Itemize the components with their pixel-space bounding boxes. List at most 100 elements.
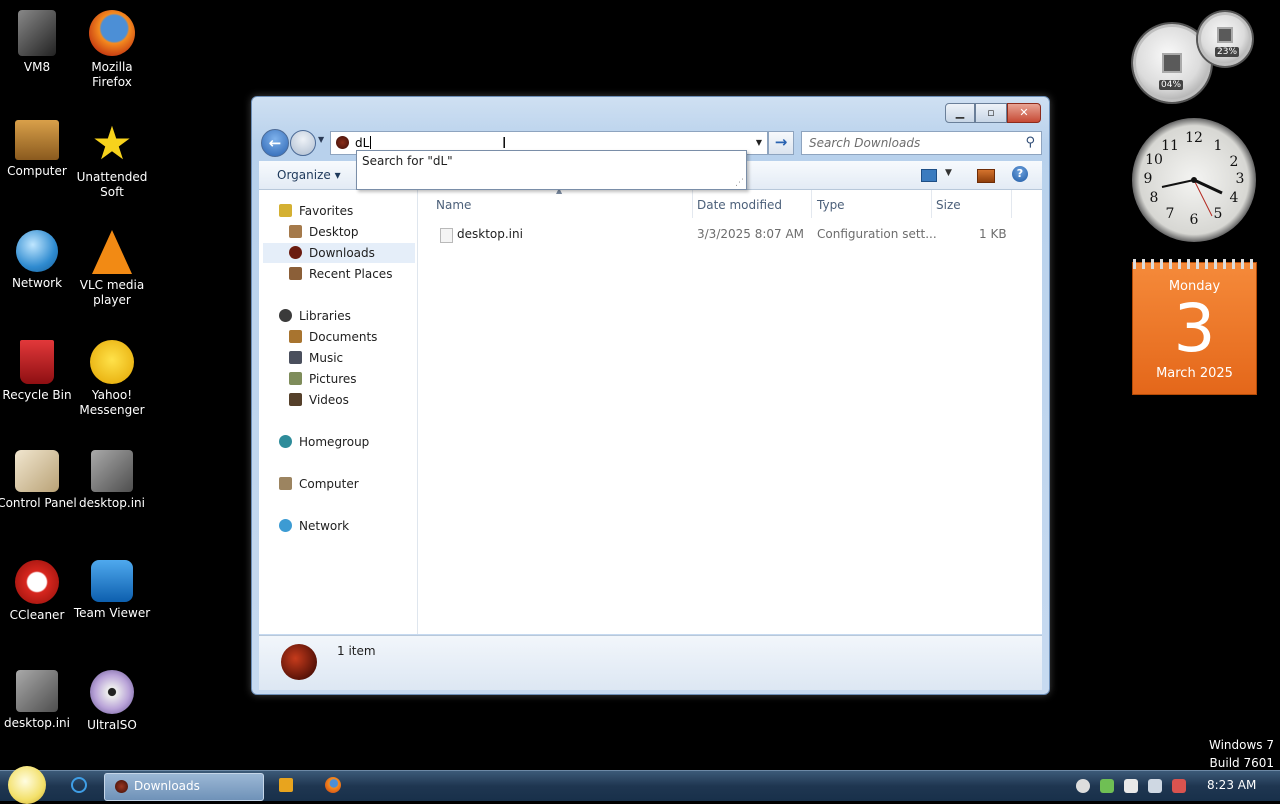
search-placeholder: Search Downloads — [809, 136, 921, 150]
desktop-icon-recycle-bin[interactable]: Recycle Bin — [0, 334, 77, 403]
column-header-date[interactable]: Date modified — [697, 196, 782, 214]
desktop-icon-desktop-ini[interactable]: desktop.ini — [72, 444, 152, 511]
file-size: 1 KB — [979, 227, 1007, 241]
homegroup-icon — [279, 435, 292, 448]
preview-pane-icon[interactable] — [977, 169, 995, 183]
desktop-icon-ccleaner[interactable]: CCleaner — [0, 554, 77, 623]
table-row[interactable]: desktop.ini 3/3/2025 8:07 AM Configurati… — [418, 224, 1042, 244]
desktop-icon-unattended[interactable]: ★ Unattended Soft — [72, 114, 152, 200]
column-separator[interactable] — [1011, 190, 1012, 218]
desktop-icon-teamviewer[interactable]: Team Viewer — [72, 554, 152, 621]
desktop-icon-label: VM8 — [23, 60, 51, 74]
nav-favorites[interactable]: Favorites — [279, 201, 353, 221]
desktop-icon-yahoo[interactable]: Yahoo! Messenger — [72, 334, 152, 418]
memory-meter-gadget[interactable]: 23% — [1198, 12, 1252, 66]
clock-gadget[interactable]: 12 1 2 3 4 5 6 7 8 9 10 11 — [1132, 118, 1256, 242]
minimize-button[interactable]: ▁ — [945, 103, 975, 123]
view-dropdown-icon[interactable]: ▼ — [945, 168, 952, 178]
explorer-window: ▁ ▫ ✕ ← ▼ dL ▼ → Search Downloads ⚲ Orga… — [251, 96, 1050, 695]
column-separator[interactable] — [931, 190, 932, 218]
column-separator[interactable] — [692, 190, 693, 218]
start-button[interactable] — [8, 766, 46, 804]
desktop-icon-label: Yahoo! Messenger — [79, 388, 145, 417]
calendar-gadget[interactable]: Monday 3 March 2025 — [1132, 259, 1257, 395]
maximize-button[interactable]: ▫ — [975, 103, 1007, 123]
address-input[interactable]: dL — [355, 136, 372, 150]
desktop-icon-network[interactable]: Network — [0, 224, 77, 291]
recent-places-icon — [289, 267, 302, 280]
security-icon[interactable] — [1100, 779, 1114, 793]
nav-computer[interactable]: Computer — [279, 474, 359, 494]
search-icon[interactable]: ⚲ — [1025, 135, 1035, 150]
downloads-folder-icon — [336, 136, 349, 149]
firefox-icon — [89, 10, 135, 56]
network-status-icon[interactable] — [1148, 779, 1162, 793]
column-header-name[interactable]: Name — [436, 196, 471, 214]
computer-icon — [279, 477, 292, 490]
calendar-day: 3 — [1173, 290, 1216, 367]
nav-recent-places[interactable]: Recent Places — [289, 264, 392, 284]
nav-downloads[interactable]: Downloads — [263, 243, 415, 263]
history-dropdown-icon[interactable]: ▼ — [318, 135, 324, 144]
desktop-icon-label: Unattended Soft — [76, 170, 148, 199]
help-icon[interactable]: ? — [1012, 166, 1028, 182]
computer-icon — [15, 120, 59, 160]
nav-music[interactable]: Music — [289, 348, 343, 368]
address-autocomplete-dropdown: Search for "dL" ⋰ — [356, 150, 747, 190]
memory-chip-icon — [1217, 27, 1233, 43]
desktop-icon-firefox[interactable]: Mozilla Firefox — [72, 4, 152, 90]
pictures-icon — [289, 372, 302, 385]
desktop-icon-label: Team Viewer — [73, 606, 151, 620]
column-header-type[interactable]: Type — [817, 196, 845, 214]
view-icon — [921, 169, 937, 182]
column-header-size[interactable]: Size — [936, 196, 961, 214]
search-box[interactable]: Search Downloads ⚲ — [801, 131, 1042, 155]
internet-explorer-icon[interactable] — [71, 777, 87, 793]
emoticon-icon[interactable] — [1076, 779, 1090, 793]
action-center-flag-icon[interactable] — [1124, 779, 1138, 793]
taskbar-clock[interactable]: 8:23 AM — [1207, 778, 1256, 792]
windows-watermark: Windows 7 Build 7601 — [1209, 736, 1274, 772]
address-dropdown-icon[interactable]: ▼ — [751, 132, 767, 154]
nav-pictures[interactable]: Pictures — [289, 369, 357, 389]
column-separator[interactable] — [811, 190, 812, 218]
taskbar-button-downloads[interactable]: Downloads — [104, 773, 264, 801]
nav-libraries[interactable]: Libraries — [279, 306, 351, 326]
firefox-icon[interactable] — [325, 777, 341, 793]
change-view-button[interactable]: ▼ — [921, 166, 955, 184]
nav-documents[interactable]: Documents — [289, 327, 377, 347]
go-button[interactable]: → — [768, 131, 794, 155]
volume-muted-icon[interactable] — [1172, 779, 1186, 793]
network-icon — [16, 230, 58, 272]
desktop-icon-control-panel[interactable]: Control Panel — [0, 444, 77, 511]
close-button[interactable]: ✕ — [1007, 103, 1041, 123]
autocomplete-item[interactable]: Search for "dL" — [362, 154, 453, 168]
libraries-icon — [279, 309, 292, 322]
nav-videos[interactable]: Videos — [289, 390, 349, 410]
network-icon — [279, 519, 292, 532]
back-button[interactable]: ← — [261, 129, 289, 157]
nav-homegroup[interactable]: Homegroup — [279, 432, 369, 452]
nav-desktop[interactable]: Desktop — [289, 222, 359, 242]
vlc-cone-icon — [92, 230, 132, 274]
desktop-icon-label: Computer — [7, 164, 67, 178]
organize-button[interactable]: Organize ▾ — [277, 168, 341, 182]
resize-grip-icon[interactable]: ⋰ — [735, 178, 744, 188]
media-player-icon[interactable] — [279, 778, 293, 792]
desktop-icon-label: Mozilla Firefox — [91, 60, 133, 89]
desktop-icon-vlc[interactable]: VLC media player — [72, 224, 152, 308]
taskbar: Downloads 8:23 AM — [0, 766, 1280, 804]
text-cursor-icon: I — [502, 134, 507, 152]
desktop-icon-vm8[interactable]: VM8 — [0, 4, 77, 75]
forward-button[interactable] — [290, 130, 316, 156]
nav-network[interactable]: Network — [279, 516, 349, 536]
desktop-icon-desktop-ini-2[interactable]: desktop.ini — [0, 664, 77, 731]
disc-icon — [90, 670, 134, 714]
yahoo-smiley-icon — [90, 340, 134, 384]
desktop-icon-label: Network — [11, 276, 63, 290]
desktop-icon-computer[interactable]: Computer — [0, 114, 77, 179]
desktop-icon-ultraiso[interactable]: UltraISO — [72, 664, 152, 733]
file-list: ▲ Name Date modified Type Size desktop.i… — [418, 186, 1042, 634]
desktop-icon-label: CCleaner — [9, 608, 65, 622]
music-icon — [289, 351, 302, 364]
